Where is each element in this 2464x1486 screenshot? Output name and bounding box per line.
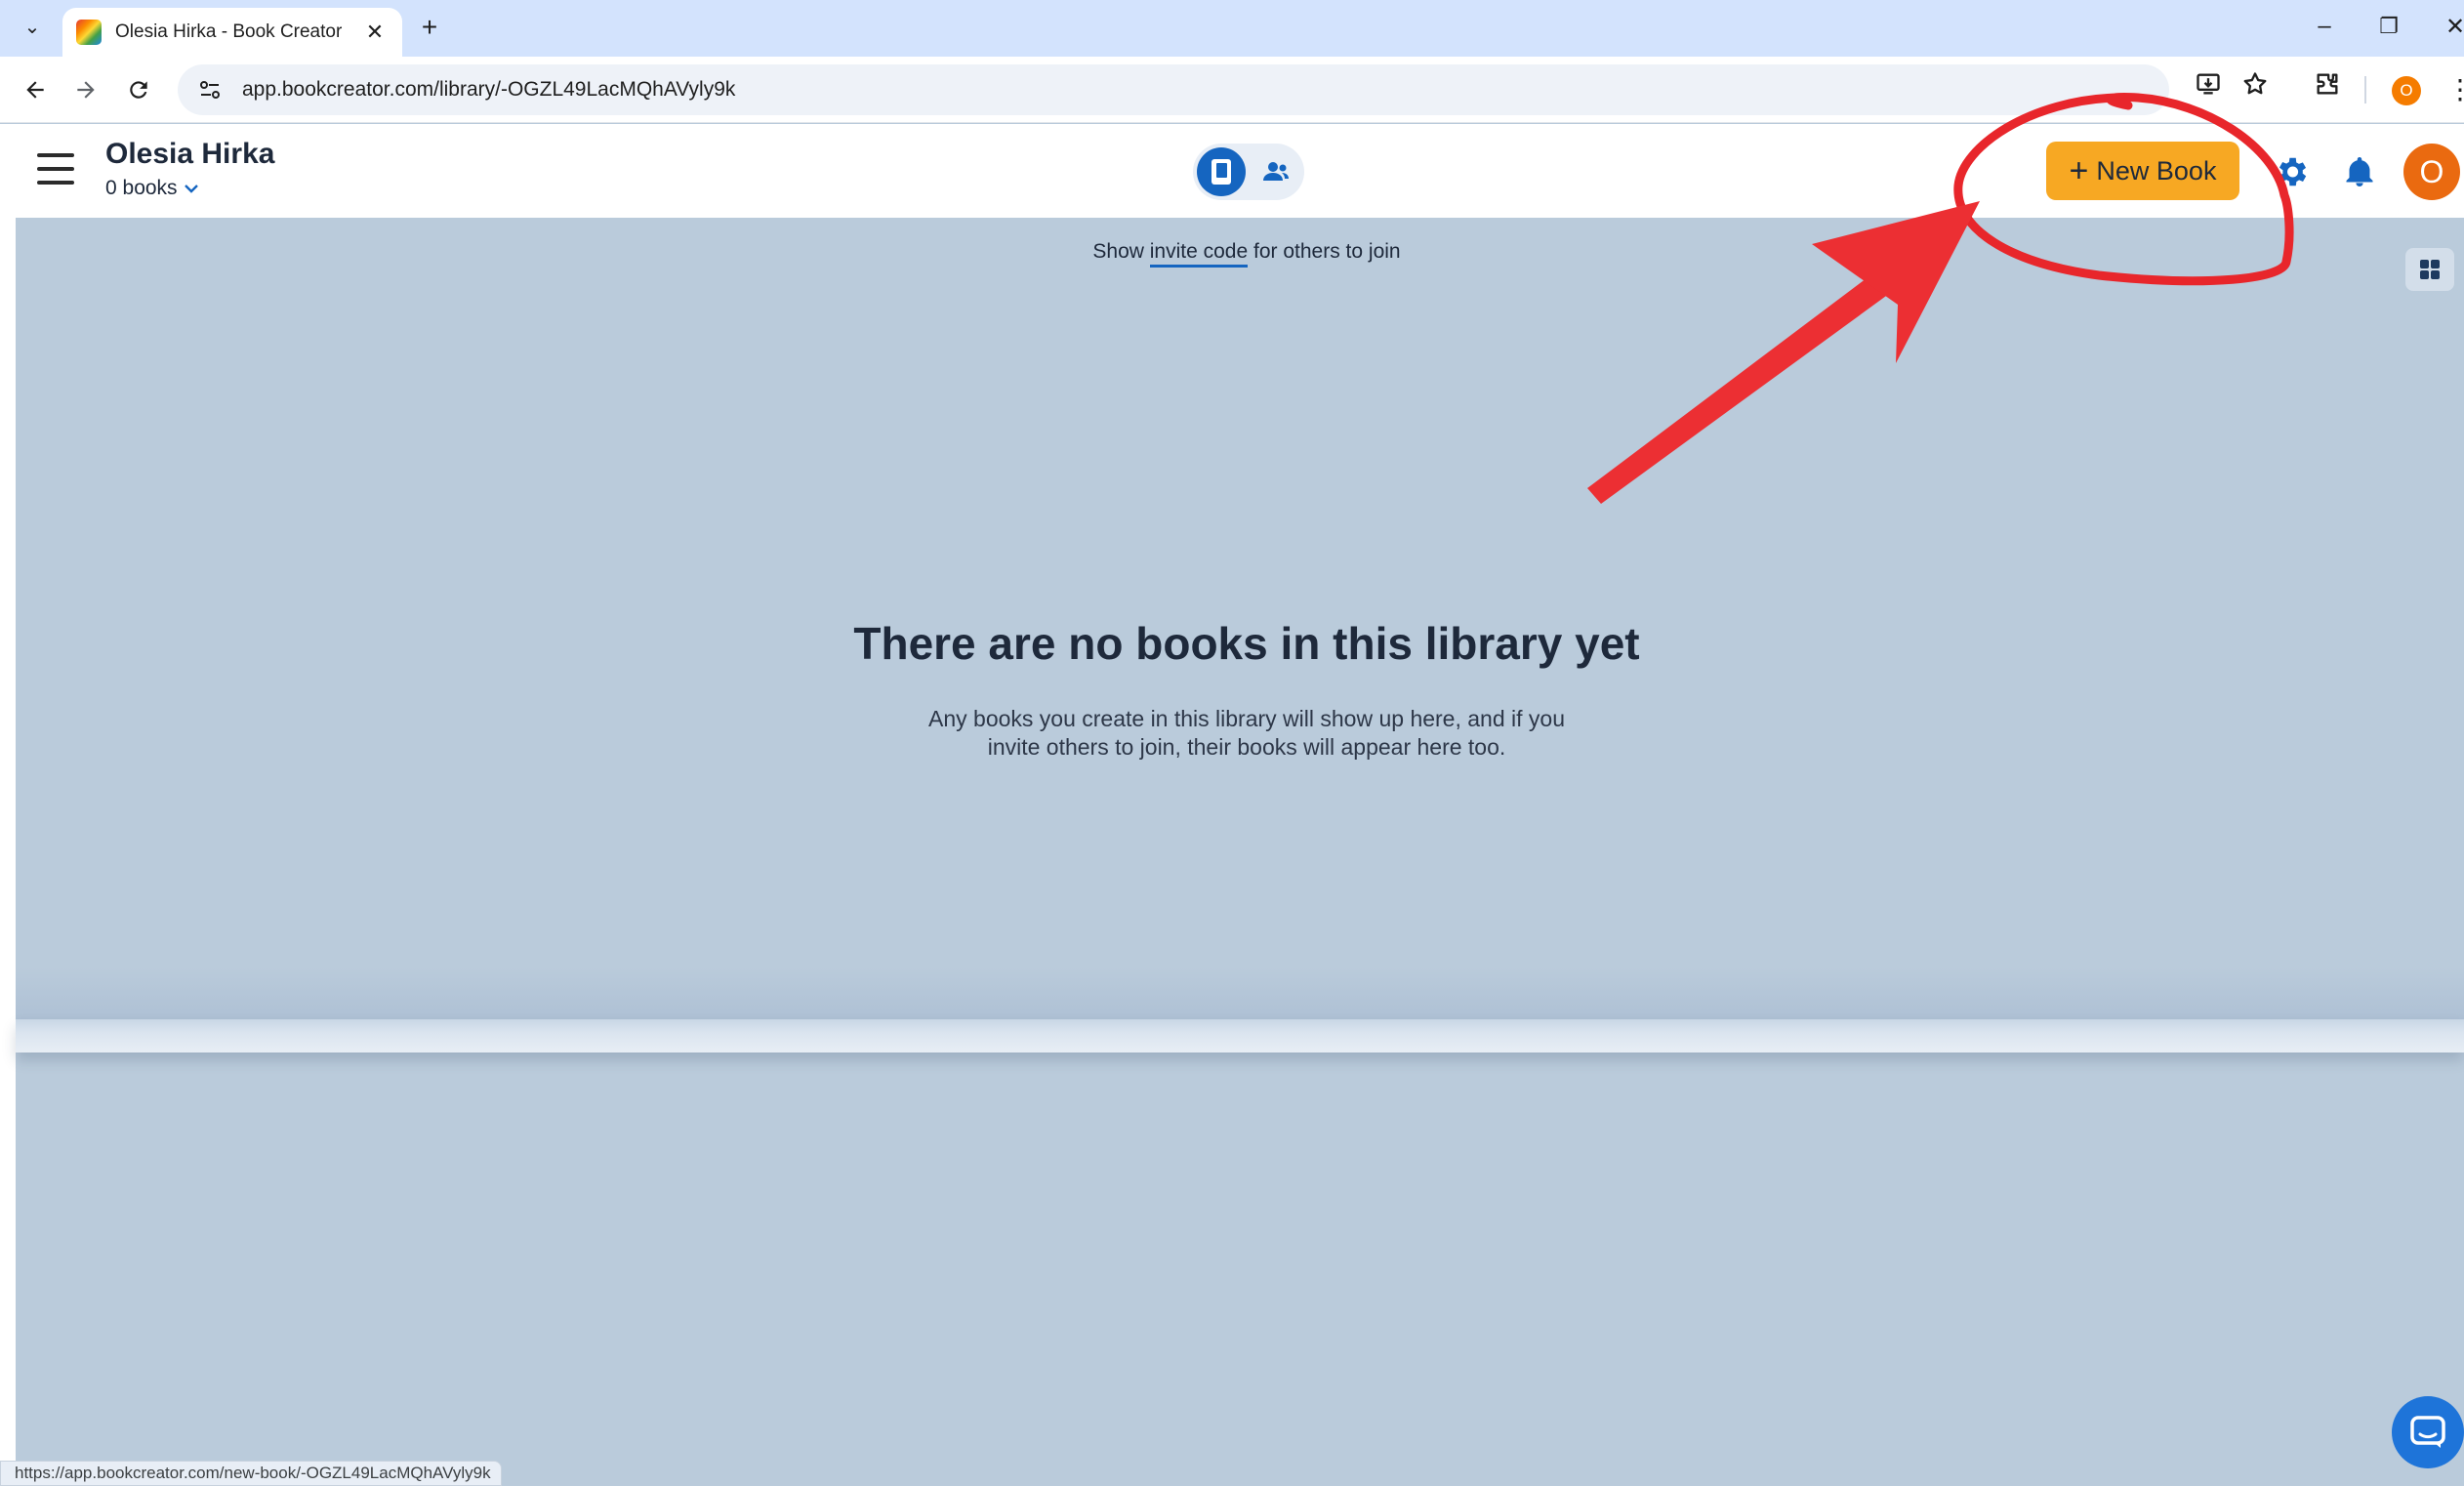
invite-code-link[interactable]: invite code bbox=[1149, 240, 1249, 268]
browser-profile-avatar[interactable]: O bbox=[2392, 76, 2421, 105]
books-view-button[interactable] bbox=[1197, 147, 1246, 196]
url-text: app.bookcreator.com/library/-OGZL49LacMQ… bbox=[242, 78, 736, 101]
book-creator-favicon-icon bbox=[76, 20, 102, 45]
empty-state-title: There are no books in this library yet bbox=[853, 618, 1640, 669]
bookshelf bbox=[16, 1019, 2464, 1053]
tab-search-dropdown-icon[interactable]: ⌄ bbox=[16, 10, 49, 43]
tab-close-icon[interactable]: ✕ bbox=[361, 20, 389, 45]
empty-desc-line-2: invite others to join, their books will … bbox=[987, 734, 1506, 760]
site-info-icon[interactable] bbox=[195, 75, 225, 104]
install-app-icon[interactable] bbox=[2189, 64, 2228, 103]
annotation-arrow-head bbox=[1812, 201, 1980, 363]
app-header: Olesia Hirka 0 books + New Book O bbox=[0, 124, 2464, 218]
people-icon bbox=[1263, 162, 1289, 181]
menu-icon[interactable] bbox=[37, 153, 74, 185]
new-book-button[interactable]: + New Book bbox=[2046, 142, 2239, 200]
new-tab-button[interactable]: + bbox=[412, 10, 447, 45]
empty-state-description: Any books you create in this library wil… bbox=[898, 705, 1595, 762]
url-field[interactable]: app.bookcreator.com/library/-OGZL49LacMQ… bbox=[178, 64, 2169, 115]
invite-prefix: Show bbox=[1092, 240, 1144, 263]
shelf-shadow bbox=[16, 967, 2464, 1019]
library-title: Olesia Hirka bbox=[105, 138, 275, 170]
back-arrow-icon[interactable] bbox=[16, 70, 55, 109]
address-bar-row: app.bookcreator.com/library/-OGZL49LacMQ… bbox=[0, 57, 2464, 123]
invite-code-prompt: Show invite code for others to join bbox=[0, 240, 2464, 268]
bell-icon[interactable] bbox=[2337, 149, 2382, 194]
invite-suffix: for others to join bbox=[1253, 240, 1401, 263]
bookmark-star-icon[interactable] bbox=[2236, 64, 2275, 103]
library-view-toggle bbox=[1193, 144, 1304, 200]
new-book-label: New Book bbox=[2096, 155, 2217, 186]
toolbar-divider bbox=[2364, 76, 2366, 103]
book-count-label: 0 books bbox=[105, 177, 178, 199]
chat-icon bbox=[2410, 1416, 2445, 1448]
book-icon bbox=[1211, 159, 1231, 185]
browser-tab[interactable]: Olesia Hirka - Book Creator ✕ bbox=[62, 8, 402, 57]
restore-button[interactable]: ❐ bbox=[2364, 8, 2413, 45]
tab-title: Olesia Hirka - Book Creator bbox=[115, 21, 343, 42]
plus-icon: + bbox=[2069, 152, 2089, 189]
user-avatar[interactable]: O bbox=[2403, 144, 2460, 200]
gear-icon[interactable] bbox=[2269, 149, 2314, 194]
chevron-down-icon bbox=[184, 179, 199, 199]
book-count-dropdown[interactable]: 0 books bbox=[105, 177, 199, 200]
grid-view-button[interactable] bbox=[2405, 248, 2454, 291]
minimize-button[interactable]: – bbox=[2300, 8, 2349, 45]
link-status-bar: https://app.bookcreator.com/new-book/-OG… bbox=[0, 1461, 502, 1486]
extensions-icon[interactable] bbox=[2308, 64, 2347, 103]
empty-desc-line-1: Any books you create in this library wil… bbox=[928, 706, 1565, 731]
close-window-button[interactable]: ✕ bbox=[2431, 8, 2464, 45]
members-view-button[interactable] bbox=[1252, 147, 1300, 196]
grid-icon bbox=[2420, 260, 2440, 279]
browser-menu-icon[interactable]: ⋮ bbox=[2446, 72, 2464, 107]
chat-support-button[interactable] bbox=[2392, 1396, 2464, 1468]
reload-icon[interactable] bbox=[119, 70, 158, 109]
page-left-edge bbox=[0, 218, 16, 1486]
browser-tab-strip: ⌄ Olesia Hirka - Book Creator ✕ + – ❐ ✕ bbox=[0, 0, 2464, 57]
annotation-arrow-shaft bbox=[1587, 264, 1904, 504]
forward-arrow-icon[interactable] bbox=[66, 70, 105, 109]
